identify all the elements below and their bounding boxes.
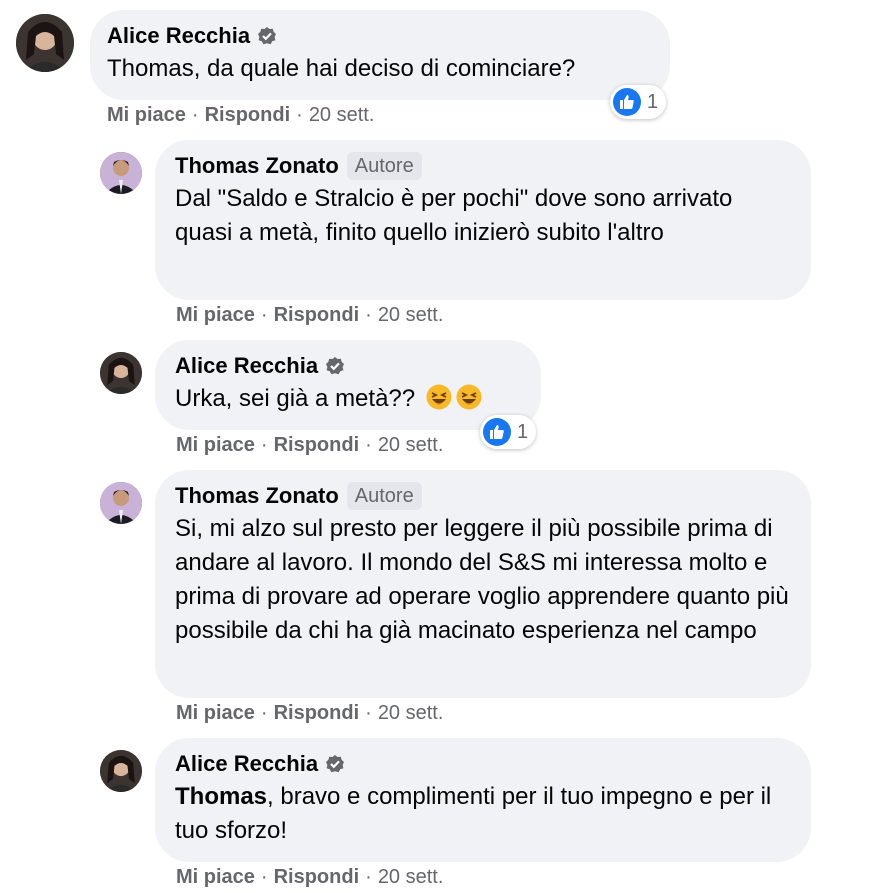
avatar[interactable] <box>100 750 142 792</box>
author-badge: Autore <box>346 482 422 510</box>
comment-actions: Mi piace · Rispondi · 20 sett. <box>176 304 444 327</box>
comment-author[interactable]: Alice Recchia <box>175 353 318 379</box>
reaction-count[interactable]: 1 <box>480 415 537 449</box>
laughing-face-emoji-icon <box>456 384 482 410</box>
comment-text-row: Urka, sei già a metà?? <box>175 382 521 416</box>
comment-bubble: Thomas Zonato Autore Dal "Saldo e Stralc… <box>155 140 811 300</box>
comment-author[interactable]: Alice Recchia <box>107 23 250 49</box>
verified-badge-icon <box>325 754 345 774</box>
reply-button[interactable]: Rispondi <box>274 702 360 725</box>
mention-link[interactable]: Thomas <box>175 783 267 810</box>
like-reaction-icon <box>483 418 511 446</box>
like-button[interactable]: Mi piace <box>176 434 255 457</box>
author-badge: Autore <box>346 152 422 180</box>
reply-button[interactable]: Rispondi <box>274 304 360 327</box>
reaction-number: 1 <box>517 420 529 443</box>
verified-badge-icon <box>325 356 345 376</box>
comment-author[interactable]: Thomas Zonato <box>175 483 339 509</box>
like-button[interactable]: Mi piace <box>107 104 186 127</box>
avatar[interactable] <box>100 482 142 524</box>
like-reaction-icon <box>613 88 641 116</box>
comment-author[interactable]: Alice Recchia <box>175 751 318 777</box>
comment-text: Thomas, da quale hai deciso di cominciar… <box>107 55 576 82</box>
comment-actions: Mi piace · Rispondi · 20 sett. <box>176 434 444 457</box>
laughing-face-emoji-icon <box>426 384 452 410</box>
timestamp[interactable]: 20 sett. <box>378 866 444 889</box>
comment-actions: Mi piace · Rispondi · 20 sett. <box>107 104 375 127</box>
comment-text-row: Thomas, bravo e complimenti per il tuo i… <box>175 780 791 848</box>
comment-actions: Mi piace · Rispondi · 20 sett. <box>176 866 444 889</box>
avatar[interactable] <box>100 152 142 194</box>
comment-text: Si, mi alzo sul presto per leggere il pi… <box>175 515 796 644</box>
comment-bubble: Thomas Zonato Autore Si, mi alzo sul pre… <box>155 470 811 698</box>
comment-author[interactable]: Thomas Zonato <box>175 153 339 179</box>
comment-bubble: Alice Recchia Urka, sei già a metà?? <box>155 340 541 430</box>
like-button[interactable]: Mi piace <box>176 702 255 725</box>
like-button[interactable]: Mi piace <box>176 304 255 327</box>
reaction-number: 1 <box>647 90 659 113</box>
timestamp[interactable]: 20 sett. <box>378 304 444 327</box>
comment-bubble: Alice Recchia Thomas, da quale hai decis… <box>90 10 670 100</box>
avatar[interactable] <box>100 352 142 394</box>
reaction-count[interactable]: 1 <box>610 85 667 119</box>
comment-bubble: Alice Recchia Thomas, bravo e compliment… <box>155 738 811 862</box>
timestamp[interactable]: 20 sett. <box>309 104 375 127</box>
timestamp[interactable]: 20 sett. <box>378 434 444 457</box>
like-button[interactable]: Mi piace <box>176 866 255 889</box>
reply-button[interactable]: Rispondi <box>274 866 360 889</box>
comment-text: Dal "Saldo e Stralcio è per pochi" dove … <box>175 185 740 246</box>
verified-badge-icon <box>257 26 277 46</box>
comment-text: Urka, sei già a metà?? <box>175 385 416 412</box>
comment-actions: Mi piace · Rispondi · 20 sett. <box>176 702 444 725</box>
reply-button[interactable]: Rispondi <box>274 434 360 457</box>
timestamp[interactable]: 20 sett. <box>378 702 444 725</box>
avatar[interactable] <box>16 14 74 72</box>
reply-button[interactable]: Rispondi <box>205 104 291 127</box>
